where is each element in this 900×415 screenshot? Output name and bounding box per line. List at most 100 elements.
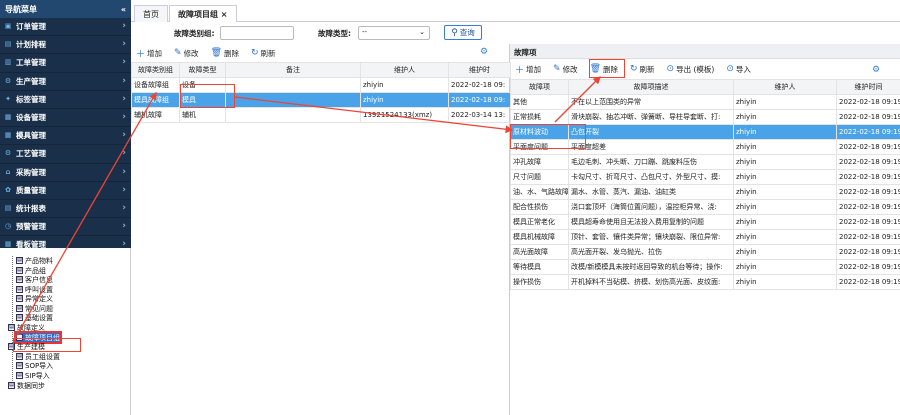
table-cell: 其他 [510, 94, 569, 110]
table-row[interactable]: 高光面故障 高光面开裂、发乌抛光、拉伤 zhiyin 2022-02-18 09:19… [510, 244, 900, 260]
menu-item[interactable]: ▦ 模具管理 › [0, 127, 131, 146]
refresh-button[interactable]: ↻ 刷新 [628, 63, 657, 76]
tree-node[interactable]: ▤ 异常定义 [16, 294, 53, 303]
refresh-button[interactable]: ↻ 刷新 [249, 47, 278, 60]
table-cell: zhiyin [360, 77, 449, 93]
refresh-icon: ↻ [630, 64, 638, 74]
menu-label: 生产管理 [16, 76, 46, 86]
table-row[interactable]: 冲孔故障 毛边毛刺、冲头断、刀口蹦、跳废料压伤 zhiyin 2022-02-18 0… [510, 154, 900, 170]
column-header[interactable]: 维护时间 [836, 79, 900, 95]
menu-item[interactable]: ▣ 订单管理 › [0, 18, 131, 37]
table-cell [225, 92, 361, 108]
add-button[interactable]: ＋增加 [134, 46, 164, 61]
table-row[interactable]: 模具机械故障 顶针、套管、镶件类异常；镶块崩裂、限位异常: zhiyin 2022-0… [510, 229, 900, 245]
menu-icon: ◷ [4, 222, 12, 231]
table-row[interactable]: 原材料波动 凸包开裂 zhiyin 2022-02-18 09:19: [510, 124, 900, 140]
table-cell: zhiyin [733, 214, 837, 230]
edit-button[interactable]: ✎ 修改 [172, 47, 201, 60]
tree-node[interactable]: ▤ 客户信息 [16, 275, 53, 284]
column-header[interactable]: 故障项描述 [568, 79, 734, 95]
tree-node[interactable]: ▤ 数据同步 [8, 381, 45, 390]
add-button[interactable]: ＋增加 [513, 62, 543, 77]
tab-label: 故障项目组 [178, 10, 218, 19]
tree-node[interactable]: ▤ SOP导入 [16, 361, 53, 370]
table-row[interactable]: 正常损耗 滑块崩裂、抽芯冲断、弹簧断、导柱导套断、打: zhiyin 2022-02-… [510, 109, 900, 125]
column-header[interactable]: 备注 [225, 62, 361, 78]
gear-icon[interactable]: ⚙ [480, 47, 488, 57]
table-row[interactable]: 等待模具 改模/新模模具未按时返回导致的机台等待；操作: zhiyin 2022-02… [510, 259, 900, 275]
tab-home-label: 首页 [143, 10, 159, 19]
table-row[interactable]: 尺寸问题 卡勾尺寸、折弯尺寸、凸包尺寸、外型尺寸、摸: zhiyin 2022-02-… [510, 169, 900, 185]
table-cell: 配合性损伤 [510, 199, 569, 215]
edit-button[interactable]: ✎ 修改 [551, 63, 580, 76]
tree-node[interactable]: ▤ 产品物料 [16, 256, 53, 265]
table-row[interactable]: 油、水、气路故障 漏水、水管、蒸汽、漏油、油缸类 zhiyin 2022-02-18 … [510, 184, 900, 200]
type-select[interactable]: -- ⌄ [358, 26, 430, 40]
folder-icon: ▤ [16, 286, 23, 293]
table-cell: 卡勾尺寸、折弯尺寸、凸包尺寸、外型尺寸、摸: [568, 169, 734, 185]
column-header[interactable]: 维护时 [448, 62, 511, 78]
tab-fault-group[interactable]: 故障项目组 × [169, 5, 237, 22]
tree-node[interactable]: ▤ 故障定义 [8, 323, 45, 332]
table-row[interactable]: 辅机故障 辅机 13921524133(xmz) 2022-03-14 13: [131, 107, 511, 123]
menu-icon: ⌂ [5, 167, 11, 176]
group-input[interactable] [220, 26, 294, 40]
table-cell: zhiyin [733, 109, 837, 125]
delete-button[interactable]: 🗑 删除 [209, 47, 241, 60]
menu-item[interactable]: ▤ 统计报表 › [0, 200, 131, 219]
table-row[interactable]: 配合性损伤 浇口套顶坏（海筒位置问题），温控柜异常、浇: zhiyin 2022-02… [510, 199, 900, 215]
type-label: 故障类型: [318, 29, 351, 38]
menu-item[interactable]: ▥ 工单管理 › [0, 54, 131, 73]
column-header[interactable]: 故障类型 [179, 62, 226, 78]
menu-icon: ⚙ [4, 76, 12, 85]
tree-line [12, 256, 13, 381]
folder-icon: ▤ [16, 257, 23, 264]
column-header[interactable]: 故障类别组 [131, 62, 180, 78]
import-button[interactable]: ⊙ 导入 [724, 63, 753, 76]
table-row[interactable]: 模具正常老化 模具超寿命使用且无法投入费用复制的问题 zhiyin 2022-02-1… [510, 214, 900, 230]
table-cell: 设备故障组 [131, 77, 180, 93]
menu-label: 工艺管理 [16, 149, 46, 159]
column-header[interactable]: 维护人 [733, 79, 837, 95]
chevron-right-icon: › [122, 21, 126, 31]
close-icon[interactable]: × [221, 10, 228, 19]
table-row[interactable]: 其他 不在以上范围类的异常 zhiyin 2022-02-18 09:19: [510, 94, 900, 110]
menu-item[interactable]: ⚙ 工艺管理 › [0, 145, 131, 164]
collapse-icon[interactable]: « [121, 5, 126, 14]
menu-item[interactable]: ▦ 设备管理 › [0, 109, 131, 128]
folder-icon: ▤ [8, 382, 15, 389]
menu-item[interactable]: ◷ 预警管理 › [0, 218, 131, 237]
tree-node[interactable]: ▤ SIP导入 [16, 371, 50, 380]
menu-item[interactable]: ✿ 质量管理 › [0, 182, 131, 200]
column-header[interactable]: 故障项 [510, 79, 569, 95]
table-cell: 等待模具 [510, 259, 569, 275]
tree-label: 数据同步 [17, 381, 45, 390]
tree-node[interactable]: ▤ 基础设置 [16, 313, 53, 322]
folder-icon: ▤ [16, 372, 23, 379]
delete-button[interactable]: 🗑 删除 [588, 63, 620, 76]
table-row[interactable]: 平面度问题 平面度超差 zhiyin 2022-02-18 09:19: [510, 139, 900, 155]
menu-item[interactable]: ✦ 标签管理 › [0, 91, 131, 109]
folder-icon: ▤ [8, 324, 15, 331]
menu-item[interactable]: ⌂ 采购管理 › [0, 164, 131, 182]
gear-icon[interactable]: ⚙ [872, 65, 880, 75]
folder-icon: ▤ [16, 353, 23, 360]
menu-item[interactable]: ▤ 计划排程 › [0, 36, 131, 55]
refresh-label: 刷新 [639, 64, 655, 74]
export-button[interactable]: ⊙ 导出 (模板) [665, 63, 717, 76]
table-row[interactable]: 模具故障组 模具 zhiyin 2022-02-18 09: [131, 92, 511, 108]
table-row[interactable]: 设备故障组 设备 zhiyin 2022-02-18 09: [131, 77, 511, 93]
add-label: 增加 [147, 48, 163, 58]
tree-node[interactable]: ▤ 生产建模 [8, 342, 45, 351]
table-cell: 2022-02-18 09:19: [836, 184, 900, 200]
menu-icon: ▥ [4, 58, 12, 67]
tab-home[interactable]: 首页 [134, 5, 168, 22]
query-button[interactable]: ⚲ 查询 [444, 25, 482, 40]
folder-icon: ▤ [16, 276, 23, 283]
menu-item[interactable]: ⚙ 生产管理 › [0, 73, 131, 91]
table-cell [225, 77, 361, 93]
table-row[interactable]: 操作损伤 开机掉料不当砧模、挤模、划伤高光面、皮纹面: zhiyin 2022-02-… [510, 274, 900, 290]
trash-icon: 🗑 [210, 48, 222, 58]
column-header[interactable]: 维护人 [360, 62, 449, 78]
table-cell: 辅机 [179, 107, 226, 123]
